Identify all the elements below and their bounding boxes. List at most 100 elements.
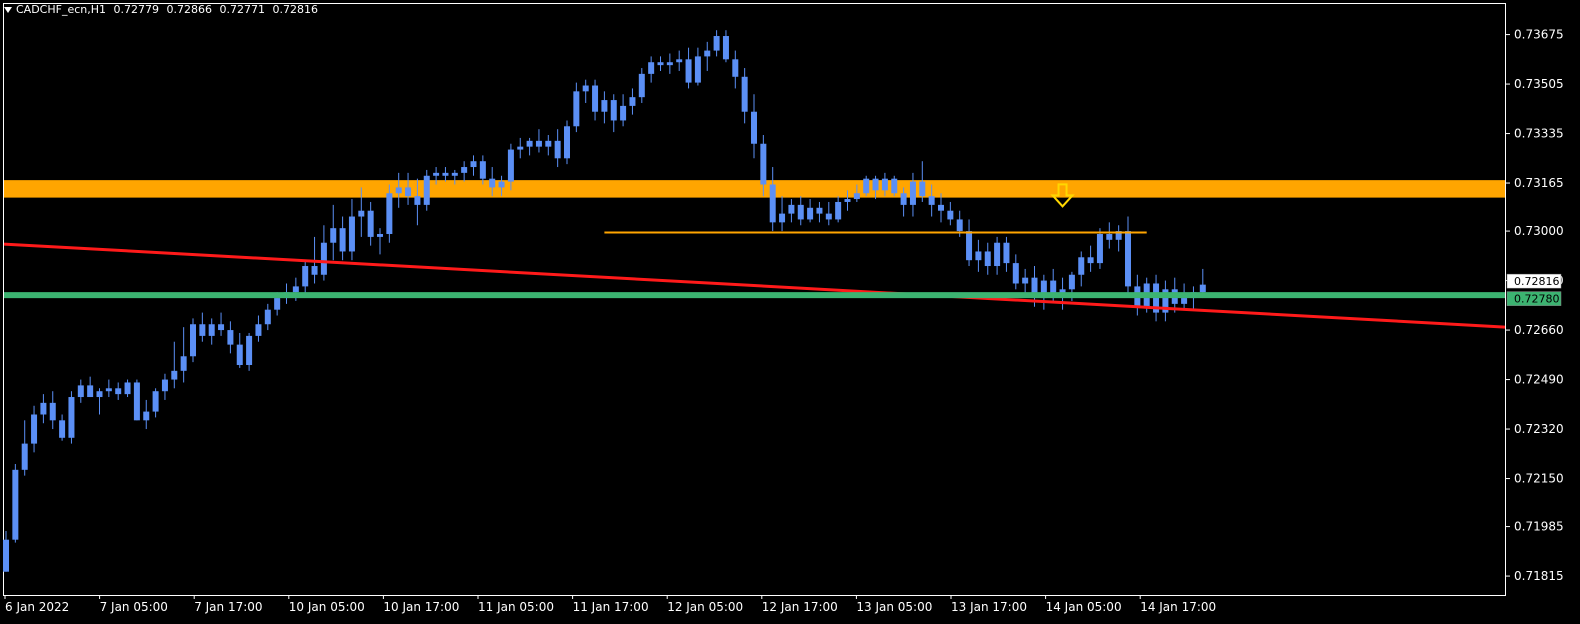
candle-body <box>1003 242 1010 264</box>
y-tick-label: 0.72150 <box>1514 472 1564 486</box>
candle-body <box>769 184 776 223</box>
candle-body <box>751 111 757 144</box>
candle <box>554 129 561 168</box>
candle <box>87 376 94 398</box>
candle <box>395 172 402 208</box>
candle <box>1115 225 1122 252</box>
plot-frame <box>3 3 1506 596</box>
candle <box>835 196 842 223</box>
candle <box>713 30 720 57</box>
candle <box>919 161 926 202</box>
candle <box>21 420 28 476</box>
candle-body <box>405 187 412 197</box>
y-tick-label: 0.73335 <box>1514 127 1564 141</box>
trend-line[interactable] <box>3 242 1506 329</box>
symbol-label: CADCHF_ecn,H1 <box>16 3 107 16</box>
candle-body <box>694 56 701 83</box>
candle-body <box>133 382 140 421</box>
candle-body <box>704 50 711 57</box>
candle <box>227 321 234 354</box>
candle-body <box>292 286 299 293</box>
candle <box>825 201 832 226</box>
candle <box>1125 216 1131 296</box>
candle <box>320 225 327 281</box>
resistance-zone[interactable] <box>4 180 1505 198</box>
candle-body <box>377 233 383 237</box>
candle <box>666 53 673 74</box>
candle-body <box>1106 233 1113 240</box>
candle-body <box>124 382 131 395</box>
candle <box>77 379 84 403</box>
candle-body <box>807 207 814 220</box>
candle-body <box>105 388 112 392</box>
candle <box>573 82 580 133</box>
candle-body <box>994 242 1001 267</box>
candle <box>1087 245 1094 272</box>
candle-body <box>601 100 608 112</box>
candle <box>180 327 187 383</box>
candle-body <box>947 210 954 220</box>
candle-body <box>788 204 795 214</box>
candle-body <box>676 59 683 63</box>
x-tick-label: 14 Jan 05:00 <box>1046 600 1122 614</box>
candle-body <box>966 231 973 261</box>
candle <box>461 161 468 182</box>
y-tick-label: 0.73000 <box>1514 224 1564 238</box>
candle-body <box>1022 277 1029 284</box>
candle-body <box>255 324 262 336</box>
candle <box>1003 236 1010 272</box>
candle-body <box>199 324 206 336</box>
candle <box>115 382 122 400</box>
candle <box>133 379 140 421</box>
candle-body <box>564 126 570 159</box>
candle <box>797 196 804 226</box>
candle <box>264 303 271 331</box>
y-tick-label: 0.73675 <box>1514 28 1564 42</box>
candle-body <box>891 178 898 194</box>
candle <box>779 196 786 232</box>
dropdown-triangle-icon[interactable] <box>4 7 12 13</box>
candle-body <box>236 344 243 366</box>
candle-body <box>59 420 66 438</box>
candle <box>975 239 982 272</box>
candle <box>1162 280 1169 322</box>
candle <box>807 199 814 223</box>
candle <box>704 41 711 71</box>
x-tick-label: 12 Jan 17:00 <box>762 600 838 614</box>
candle-body <box>732 59 739 77</box>
candle-body <box>339 228 346 252</box>
candle <box>330 204 337 261</box>
candle-body <box>545 140 552 147</box>
candle <box>722 30 729 63</box>
candle-body <box>975 251 982 261</box>
candle-body <box>49 402 56 421</box>
candle <box>648 56 655 83</box>
candle-body <box>1096 233 1103 264</box>
candle-body <box>161 379 168 392</box>
candle-body <box>115 388 122 395</box>
candle <box>31 405 38 453</box>
candle-body <box>264 309 271 325</box>
candle-body <box>722 36 729 60</box>
candle-body <box>451 172 458 176</box>
candle <box>1012 254 1019 290</box>
x-tick-label: 11 Jan 05:00 <box>478 600 554 614</box>
support-line[interactable] <box>4 292 1505 299</box>
open-value: 0.72779 <box>113 3 160 16</box>
candle <box>1096 228 1103 269</box>
price-chart[interactable]: 0.73675 0.73505 0.73335 0.73165 0.73000 0.728… <box>0 0 1580 624</box>
candle-body <box>348 216 355 252</box>
candle <box>564 120 570 165</box>
candle <box>96 388 103 415</box>
candle <box>68 391 75 444</box>
candle-body <box>414 196 421 205</box>
candle <box>545 135 552 156</box>
candle <box>405 172 412 205</box>
support-price-label: 0.72780 <box>1514 293 1560 306</box>
candle-body <box>928 196 935 205</box>
candle-body <box>423 175 430 205</box>
candle-body <box>218 324 225 331</box>
candle-body <box>825 213 832 220</box>
candle-body <box>517 146 524 150</box>
candle-body <box>629 97 636 106</box>
